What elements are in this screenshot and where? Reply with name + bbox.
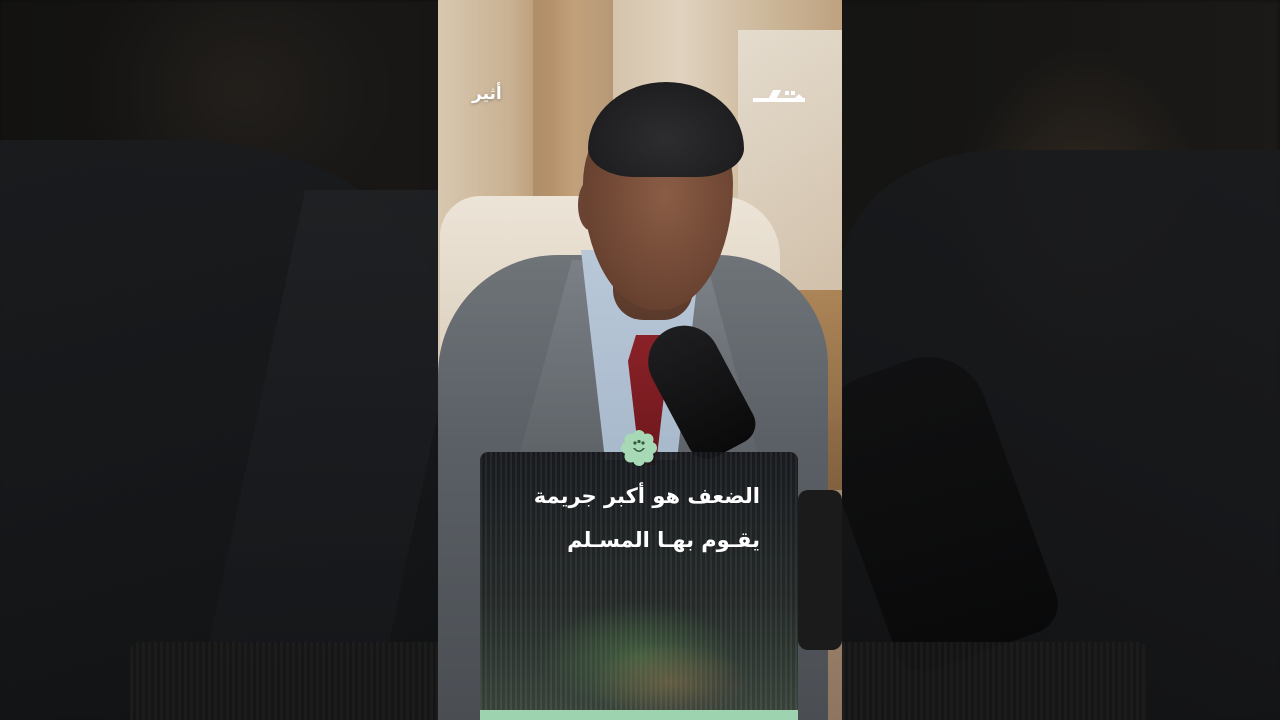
video-frame[interactable]: أثير الضعف هو أكبر جريمة يقـوم بهـا المس… [438,0,842,720]
caption-text: الضعف هو أكبر جريمة يقـوم بهـا المسـلم [480,474,760,562]
caption-line-1: الضعف هو أكبر جريمة [533,484,760,508]
stylized-arabic-logo-icon [753,90,805,102]
blurred-caption-band-right [842,642,1147,720]
channel-name-logo: أثير [472,84,502,104]
caption-line-2: يقـوم بهـا المسـلم [567,528,760,552]
video-player[interactable]: أثير الضعف هو أكبر جريمة يقـوم بهـا المس… [0,0,1280,720]
microphone-arm [798,490,842,650]
caption-panel-glow-warm [590,642,750,720]
green-flower-badge-icon [621,430,657,466]
caption-panel: الضعف هو أكبر جريمة يقـوم بهـا المسـلم [480,452,798,720]
video-progress-bar[interactable] [480,710,798,720]
blurred-caption-band-left [130,642,440,720]
